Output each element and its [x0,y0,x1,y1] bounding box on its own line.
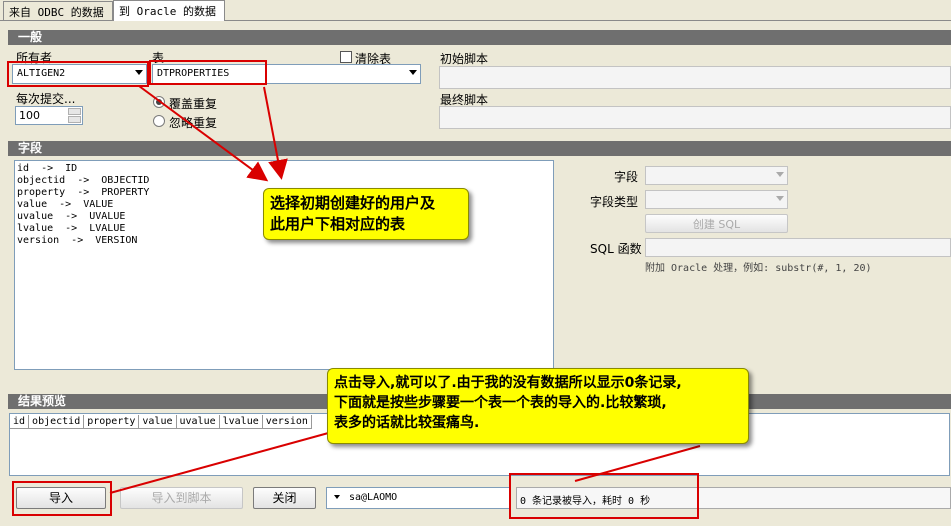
callout-line: 点击导入,就可以了.由于我的没有数据所以显示0条记录, [334,375,682,391]
arrow-table [263,86,288,180]
annotation-arrows [109,85,701,494]
arrow-status [574,445,701,482]
callout-line: 下面就是按些步骤要一个表一个表的导入的.比较繁琐, [334,395,667,411]
callout-line: 表多的话就比较蛋痛鸟. [334,415,480,431]
callout-line: 此用户下相对应的表 [270,215,406,233]
callout-select-table: 选择初期创建好的用户及 此用户下相对应的表 [263,188,469,240]
arrow-owner [138,85,269,182]
callout-line: 选择初期创建好的用户及 [270,194,436,212]
callout-import-note: 点击导入,就可以了.由于我的没有数据所以显示0条记录, 下面就是按些步骤要一个表… [327,368,749,444]
arrow-import [109,431,333,494]
